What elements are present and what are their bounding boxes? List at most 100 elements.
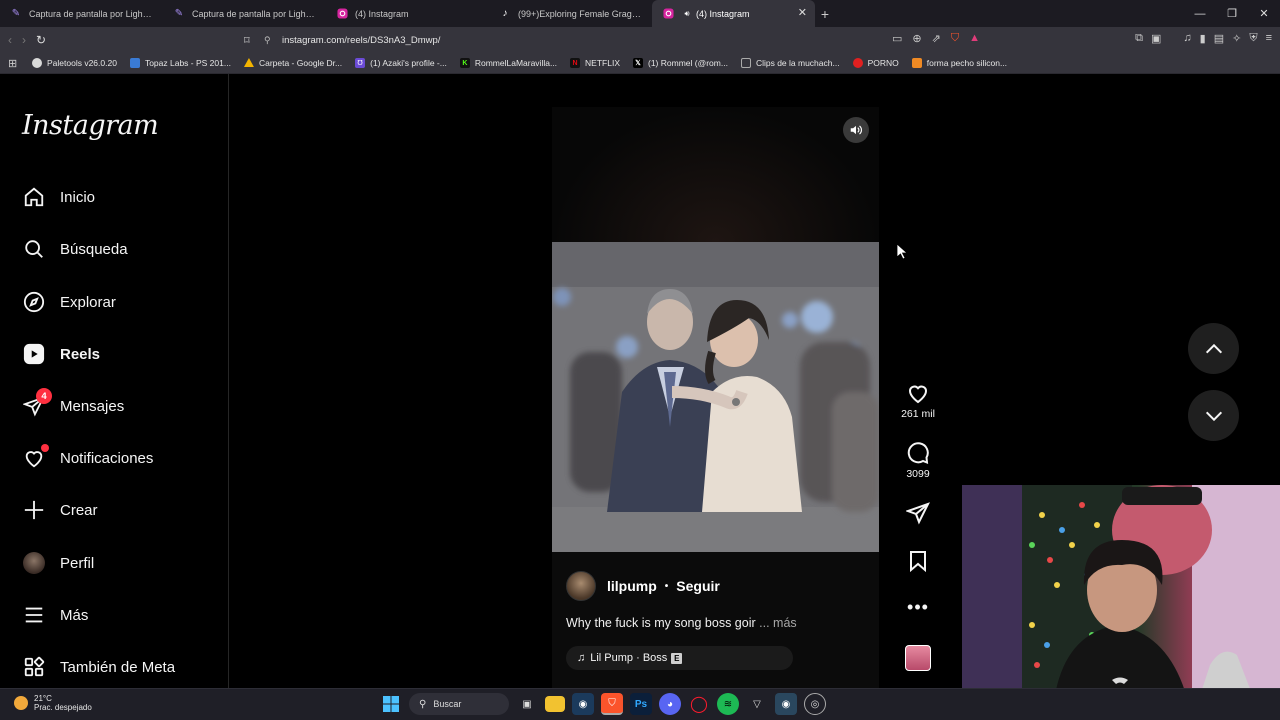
plus-icon — [22, 498, 46, 522]
nav-label: Mensajes — [60, 397, 125, 415]
cast-icon[interactable]: ▭ — [892, 32, 902, 45]
previous-reel-button[interactable] — [1188, 323, 1239, 374]
send-icon[interactable] — [894, 501, 942, 525]
bookmark-label: (1) Azaki's profile -... — [370, 58, 447, 68]
video-frame-image — [552, 242, 879, 552]
bookmark-favicon — [852, 58, 863, 68]
wallet-icon[interactable]: ▤ — [1214, 32, 1224, 45]
riot-icon[interactable]: ▽ — [746, 693, 768, 715]
brave-rewards-icon[interactable]: ▲ — [969, 32, 980, 45]
discord-icon[interactable]: ◕ — [659, 693, 681, 715]
share-icon[interactable]: ⇗ — [932, 32, 941, 45]
nav-item-tambien-de-meta[interactable]: También de Meta — [22, 650, 175, 684]
nav-item-reels[interactable]: Reels — [22, 337, 100, 371]
next-reel-button[interactable] — [1188, 390, 1239, 441]
taskbar-search[interactable]: ⚲ Buscar — [409, 693, 509, 715]
media-icon[interactable]: ♫ — [1183, 32, 1191, 45]
bookmark-item[interactable]: Clips de la muchach... — [740, 58, 840, 68]
vpn-icon[interactable]: ⛨ — [1249, 32, 1257, 45]
nav-item-inicio[interactable]: Inicio — [22, 180, 95, 214]
reload-icon[interactable]: ↻ — [36, 33, 46, 47]
nav-item-mensajes[interactable]: 4 Mensajes — [22, 388, 125, 423]
bookmark-label: Paletools v26.0.20 — [47, 58, 117, 68]
browser-tab[interactable]: ✎ Captura de pantalla por Lightshot — [0, 0, 163, 27]
minimize-button[interactable]: — — [1184, 8, 1216, 20]
browser-tab[interactable]: ♪ (99+)Exploring Female Gragas Cosp — [489, 0, 652, 27]
instagram-logo[interactable]: Instagram — [22, 110, 159, 141]
bookmark-item[interactable]: Carpeta - Google Dr... — [243, 58, 342, 68]
audio-pill[interactable]: ♫ Lil Pump · Boss E — [566, 646, 793, 670]
bookmark-item[interactable]: 𝕏 (1) Rommel (@rom... — [633, 58, 728, 68]
comment-icon[interactable] — [894, 441, 942, 465]
photoshop-icon[interactable]: Ps — [630, 693, 652, 715]
nav-item-busqueda[interactable]: Búsqueda — [22, 232, 128, 266]
steam-client-icon[interactable]: ◉ — [775, 693, 797, 715]
bookmark-item[interactable]: ℧ (1) Azaki's profile -... — [355, 58, 447, 68]
more-options[interactable]: ••• — [894, 597, 942, 618]
nav-label: Crear — [60, 501, 98, 519]
maximize-button[interactable]: ❐ — [1216, 7, 1248, 20]
browser-tab-active[interactable]: 🔊︎ (4) Instagram ✕ — [652, 0, 815, 27]
comment-action[interactable]: 3099 — [894, 441, 942, 480]
bookmark-favicon — [129, 58, 140, 68]
bookmark-icon[interactable]: ⌑ — [244, 34, 264, 47]
nav-item-crear[interactable]: Crear — [22, 493, 98, 527]
author-username[interactable]: lilpump — [607, 578, 657, 594]
caption-more-link[interactable]: ... más — [759, 616, 797, 630]
close-tab-icon[interactable]: ✕ — [798, 6, 807, 19]
address-bar[interactable]: ⌑ ⚲ instagram.com/reels/DS3nA3_Dmwp/ — [244, 29, 994, 51]
save-action[interactable] — [894, 549, 942, 576]
weather-widget[interactable]: 21°C Prac. despejado — [14, 694, 92, 712]
file-explorer-icon[interactable] — [545, 696, 565, 712]
bookmark-item[interactable]: Paletools v26.0.20 — [32, 58, 117, 68]
nav-item-explorar[interactable]: Explorar — [22, 285, 116, 319]
like-action[interactable]: 261 mil — [894, 381, 942, 420]
speaker-icon[interactable] — [843, 117, 869, 143]
bookmark-item[interactable]: forma pecho silicon... — [911, 58, 1007, 68]
task-view-icon[interactable]: ▣ — [516, 693, 538, 715]
follow-button[interactable]: Seguir — [676, 578, 720, 594]
app-icon[interactable]: ◎ — [804, 693, 826, 715]
menu-icon[interactable]: ≡ — [1266, 32, 1272, 45]
spotify-icon[interactable]: ≋ — [717, 693, 739, 715]
heart-icon[interactable] — [894, 381, 942, 405]
brave-browser-icon[interactable]: ⛉ — [601, 693, 623, 715]
browser-tab[interactable]: ✎ Captura de pantalla por Lightshot — [163, 0, 326, 27]
apps-grid-icon[interactable]: ⊞ — [8, 57, 32, 70]
bookmark-item[interactable]: Topaz Labs - PS 201... — [129, 58, 231, 68]
nav-item-notificaciones[interactable]: Notificaciones — [22, 441, 153, 475]
speaker-icon[interactable]: 🔊︎ — [681, 8, 693, 20]
reel-card[interactable]: lilpump • Seguir Why the fuck is my song… — [552, 107, 879, 689]
author-avatar[interactable] — [566, 571, 596, 601]
extensions-icon[interactable]: ⧉ — [1135, 32, 1143, 45]
address-bar-actions: ▭ ⊕ ⇗ ⛉ ▲ — [892, 32, 980, 45]
close-window-button[interactable]: ✕ — [1248, 7, 1280, 20]
bookmark-label: (1) Rommel (@rom... — [648, 58, 728, 68]
sidebar-icon[interactable]: ▮ — [1200, 32, 1206, 45]
screenshot-icon[interactable]: ▣ — [1151, 32, 1161, 45]
zoom-icon[interactable]: ⊕ — [912, 32, 921, 45]
more-options-icon[interactable]: ••• — [907, 597, 929, 617]
audio-thumbnail[interactable] — [905, 645, 931, 671]
back-icon[interactable]: ‹ — [8, 33, 12, 47]
windows-start-icon[interactable] — [380, 693, 402, 715]
new-tab-button[interactable]: + — [815, 6, 835, 22]
browser-tab[interactable]: (4) Instagram — [326, 0, 489, 27]
reel-video[interactable] — [552, 242, 879, 552]
brave-shield-icon[interactable]: ⛉ — [951, 32, 959, 45]
bookmark-item[interactable]: PORNO — [852, 58, 899, 68]
steam-icon[interactable]: ◉ — [572, 693, 594, 715]
like-count: 261 mil — [901, 408, 935, 420]
bookmark-favicon — [740, 58, 751, 68]
bookmark-icon[interactable] — [894, 549, 942, 573]
leo-ai-icon[interactable]: ✧ — [1232, 32, 1241, 45]
bookmark-item[interactable]: K RommelLaMaravilla... — [459, 58, 557, 68]
opera-icon[interactable]: ◯ — [688, 693, 710, 715]
forward-icon[interactable]: › — [22, 33, 26, 47]
nav-item-perfil[interactable]: Perfil — [22, 546, 94, 580]
nav-item-mas[interactable]: Más — [22, 598, 88, 632]
site-info-icon[interactable]: ⚲ — [264, 35, 282, 46]
bookmark-item[interactable]: N NETFLIX — [570, 58, 620, 68]
share-action[interactable] — [894, 501, 942, 528]
instagram-icon — [662, 8, 674, 20]
